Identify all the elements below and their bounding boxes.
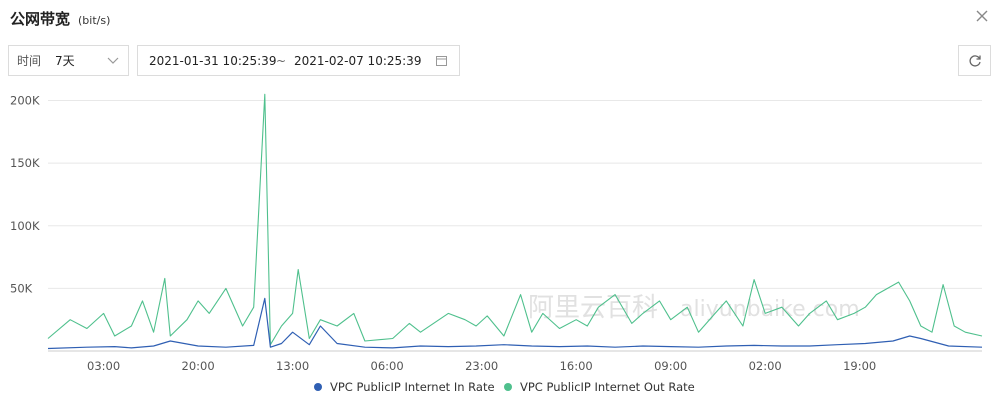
time-range-label: 时间 xyxy=(17,54,42,68)
x-tick-label: 02:00 xyxy=(749,359,782,373)
panel-header: 公网带宽 (bit/s) xyxy=(10,8,110,30)
refresh-icon xyxy=(968,54,981,67)
legend-marker[interactable] xyxy=(314,383,322,391)
x-tick-label: 13:00 xyxy=(276,359,309,373)
time-range-select[interactable]: 时间 7天 xyxy=(8,45,129,76)
unit-label: (bit/s) xyxy=(78,14,111,27)
x-tick-label: 23:00 xyxy=(465,359,498,373)
close-icon[interactable] xyxy=(974,8,990,24)
y-tick-label: 50K xyxy=(10,281,33,295)
y-tick-label: 150K xyxy=(10,156,40,170)
date-range-picker[interactable]: 2021-01-31 10:25:39 ~ 2021-02-07 10:25:3… xyxy=(137,45,460,76)
range-separator: ~ xyxy=(276,53,287,68)
calendar-icon xyxy=(436,56,447,66)
time-range-value: 7天 xyxy=(55,54,75,68)
y-tick-label: 100K xyxy=(10,219,40,233)
page-title: 公网带宽 xyxy=(10,10,71,28)
x-tick-label: 09:00 xyxy=(654,359,687,373)
start-time[interactable]: 2021-01-31 10:25:39 xyxy=(149,54,276,68)
legend-marker[interactable] xyxy=(504,383,512,391)
y-tick-label: 200K xyxy=(10,94,40,108)
x-tick-label: 06:00 xyxy=(371,359,404,373)
watermark-suffix: aliyunbaike.com xyxy=(680,297,860,322)
bandwidth-chart: 200K 150K 100K 50K 阿里云百科 aliyunbaike.com 03… xyxy=(10,94,983,394)
x-tick-label: 03:00 xyxy=(87,359,120,373)
refresh-button[interactable] xyxy=(958,45,991,76)
end-time[interactable]: 2021-02-07 10:25:39 xyxy=(294,54,421,68)
x-tick-label: 20:00 xyxy=(182,359,215,373)
legend-label[interactable]: VPC PublicIP Internet Out Rate xyxy=(520,380,695,394)
legend-label[interactable]: VPC PublicIP Internet In Rate xyxy=(330,380,495,394)
chevron-down-icon xyxy=(107,57,119,64)
watermark-text: 阿里云百科 xyxy=(528,293,658,323)
x-tick-label: 16:00 xyxy=(560,359,593,373)
x-tick-label: 19:00 xyxy=(843,359,876,373)
